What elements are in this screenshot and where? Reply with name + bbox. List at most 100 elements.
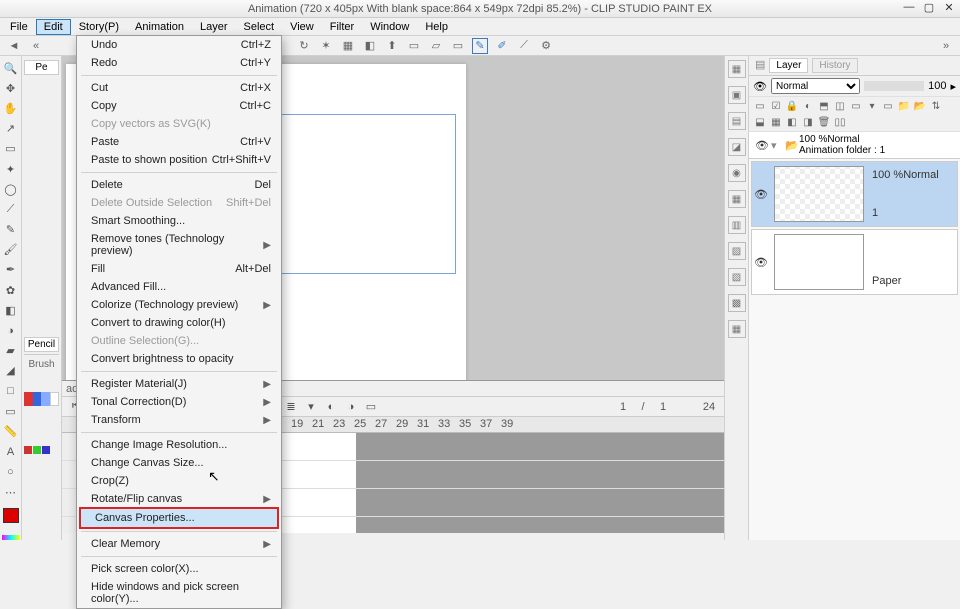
layer1-eye-icon[interactable]: 👁 [752,188,770,201]
menu-edit[interactable]: Edit [36,19,71,35]
text-tool-icon[interactable]: A [2,444,20,460]
folder-chev-icon[interactable]: ▾ [771,139,785,152]
foreground-color[interactable] [3,508,19,523]
lasso-tool-icon[interactable]: ◯ [2,181,20,197]
blend-tool-icon[interactable]: ◑ [2,322,20,338]
subtool-pencil[interactable]: Pencil [24,337,59,352]
menu-remove-tones[interactable]: Remove tones (Technology preview)▶ [77,230,281,260]
mini-palette[interactable] [24,446,59,454]
menu-tonal-correction[interactable]: Tonal Correction(D)▶ [77,393,281,411]
square-icon[interactable]: ◧ [362,38,378,54]
wand-tool-icon[interactable]: ✦ [2,161,20,177]
layer-add-icon[interactable]: ▤ [755,58,765,73]
menu-help[interactable]: Help [417,19,456,35]
lp-check-icon[interactable]: ☑ [769,99,783,113]
menu-crop[interactable]: Crop(Z) [77,472,281,490]
tl-f-icon[interactable]: ▭ [364,400,378,413]
folder-eye-icon[interactable]: 👁 [753,139,771,152]
tl-layers-icon[interactable]: ≣ [284,400,298,413]
grid-icon[interactable]: ▦ [340,38,356,54]
collapse-icon[interactable]: » [938,38,954,54]
correct-tool-icon[interactable]: ⋯ [2,484,20,500]
menu-delete[interactable]: DeleteDel [77,176,281,194]
menu-transform[interactable]: Transform▶ [77,411,281,429]
menu-cut[interactable]: CutCtrl+X [77,79,281,97]
tab-history[interactable]: History [812,58,857,73]
gradient-tool-icon[interactable]: ◢ [2,363,20,379]
lp-2pane-icon[interactable]: ▯▯ [833,115,847,129]
quick-icon[interactable]: ▦ [728,190,746,208]
menu-filter[interactable]: Filter [322,19,362,35]
menu-change-canvas-size[interactable]: Change Canvas Size... [77,454,281,472]
mat3-icon[interactable]: ▧ [728,268,746,286]
ruler-tool-icon[interactable]: 📏 [2,423,20,439]
lp-trash-icon[interactable]: 🗑 [817,115,831,129]
item-icon[interactable]: ◪ [728,138,746,156]
tab-layer[interactable]: Layer [769,58,808,73]
menu-rotate-flip[interactable]: Rotate/Flip canvas▶ [77,490,281,508]
tl-d-icon[interactable]: ◐ [324,401,338,413]
doc-icon[interactable]: ▭ [406,38,422,54]
refresh-icon[interactable]: ↻ [296,38,312,54]
blend-mode-select[interactable]: Normal [771,78,860,94]
maximize-button[interactable]: ▢ [922,1,936,14]
doc3-icon[interactable]: ▭ [450,38,466,54]
lp-ref-icon[interactable]: ⬒ [817,99,831,113]
lp-apply-icon[interactable]: ◨ [801,115,815,129]
menu-undo[interactable]: UndoCtrl+Z [77,36,281,54]
tl-e-icon[interactable]: ◑ [344,401,358,413]
menu-paste-shown[interactable]: Paste to shown positionCtrl+Shift+V [77,151,281,169]
op-tool-icon[interactable]: ↗ [2,121,20,137]
mat2-icon[interactable]: ▨ [728,242,746,260]
opacity-slider[interactable] [864,81,924,91]
color-strip[interactable] [2,535,20,540]
eye-header-icon[interactable]: 👁 [753,80,767,93]
menu-paste[interactable]: PasteCtrl+V [77,133,281,151]
info-icon[interactable]: ▤ [728,112,746,130]
menu-canvas-properties[interactable]: Canvas Properties... [81,509,277,527]
magnify-tool-icon[interactable]: 🔍 [2,60,20,76]
menu-file[interactable]: File [2,19,36,35]
menu-fill[interactable]: FillAlt+Del [77,260,281,278]
lp-doc-icon[interactable]: ▭ [753,99,767,113]
pen-tool-icon[interactable]: ✎ [472,38,488,54]
lp-new-icon[interactable]: ▭ [881,99,895,113]
nav-icon[interactable]: ▦ [728,60,746,78]
toolbar-fwd-icon[interactable]: « [28,38,44,54]
balloon-tool-icon[interactable]: ○ [2,464,20,480]
hand-tool-icon[interactable]: ✋ [2,100,20,116]
lp-folder-icon[interactable]: 📁 [897,99,911,113]
paper-eye-icon[interactable]: 👁 [752,256,770,269]
brush-tool-icon[interactable]: 🖌 [2,242,20,258]
menu-hide-pick-color[interactable]: Hide windows and pick screen color(Y)... [77,578,281,608]
menu-change-resolution[interactable]: Change Image Resolution... [77,436,281,454]
minimize-button[interactable]: — [902,1,916,14]
lp-mask-icon[interactable]: ◐ [801,99,815,113]
fill-tool-icon[interactable]: ▰ [2,343,20,359]
lp-merge-icon[interactable]: ⬓ [753,115,767,129]
marquee-tool-icon[interactable]: ▭ [2,141,20,157]
subtool-brush[interactable]: Brush [24,354,59,374]
eraser-tool-icon[interactable]: ◧ [2,302,20,318]
layer-1[interactable]: 👁 100 %Normal 1 [751,161,958,227]
lp-down-icon[interactable]: ▾ [865,99,879,113]
doc2-icon[interactable]: ▱ [428,38,444,54]
pen2-icon[interactable]: ✐ [494,38,510,54]
lp-transfer-icon[interactable]: ⇅ [929,99,943,113]
lp-lock-icon[interactable]: 🔒 [785,99,799,113]
menu-story[interactable]: Story(P) [71,19,127,35]
menu-layer[interactable]: Layer [192,19,236,35]
mat4-icon[interactable]: ▩ [728,294,746,312]
menu-smart-smoothing[interactable]: Smart Smoothing... [77,212,281,230]
sun-icon[interactable]: ✶ [318,38,334,54]
lp-ruler-icon[interactable]: ◫ [833,99,847,113]
wrench-icon[interactable]: ⚙ [538,38,554,54]
arrow-up-icon[interactable]: ⬆ [384,38,400,54]
menu-clear-memory[interactable]: Clear Memory▶ [77,535,281,553]
menu-redo[interactable]: RedoCtrl+Y [77,54,281,72]
airbrush-tool-icon[interactable]: ✒ [2,262,20,278]
toolbar-back-icon[interactable]: ◄ [6,38,22,54]
pen-tool-icon[interactable]: ✎ [2,222,20,238]
color-swatches[interactable] [24,392,59,406]
mat5-icon[interactable]: ▦ [728,320,746,338]
